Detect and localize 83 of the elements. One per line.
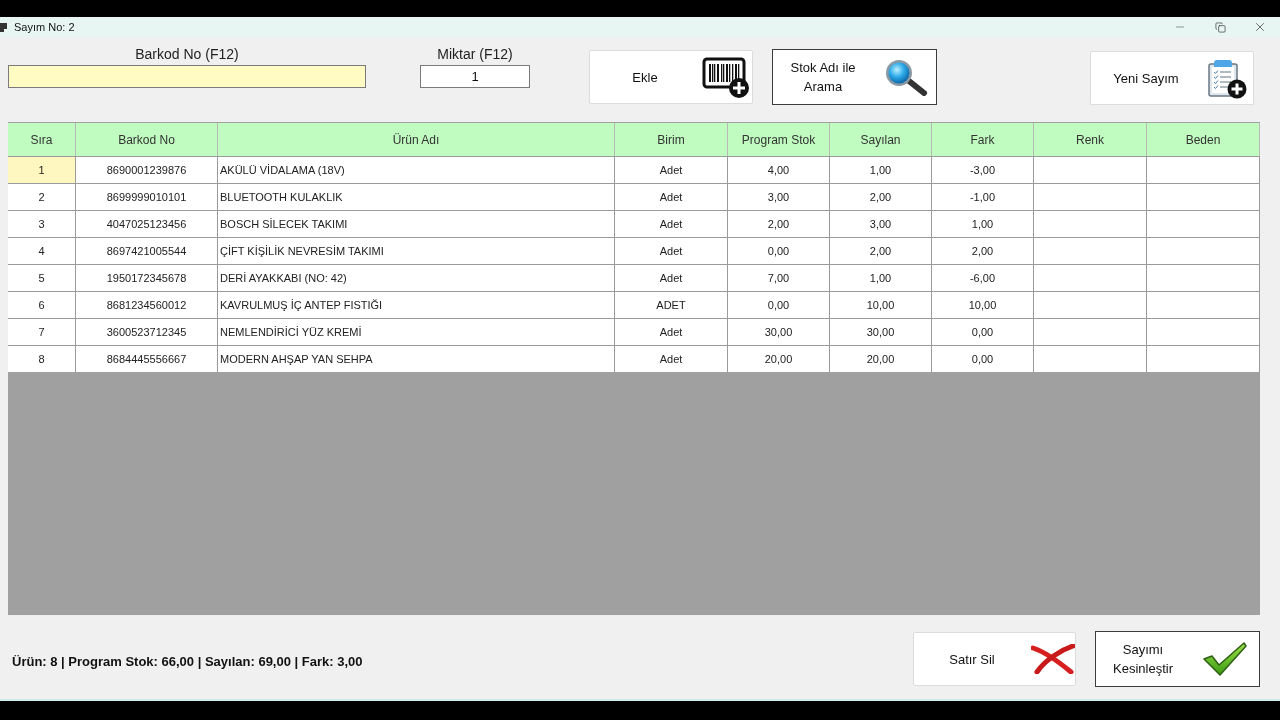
table-cell: 7 <box>8 318 76 345</box>
window-title: Sayım No: 2 <box>14 19 75 35</box>
table-cell: BOSCH SİLECEK TAKIMI <box>218 210 615 237</box>
table-cell: 8690001239876 <box>76 156 218 183</box>
confirm-count-button[interactable]: Sayımı Kesinleştir <box>1095 631 1260 687</box>
table-cell: 8697421005544 <box>76 237 218 264</box>
summary-text: Ürün: 8 | Program Stok: 66,00 | Sayılan: 69,00 | Fark: 3,00 <box>12 653 363 671</box>
column-header[interactable]: Program Stok <box>728 123 830 156</box>
search-button[interactable]: Stok Adı ile Arama <box>772 49 937 105</box>
table-cell: 1950172345678 <box>76 264 218 291</box>
table-cell: -6,00 <box>932 264 1034 291</box>
column-header[interactable]: Ürün Adı <box>218 123 615 156</box>
table-cell: 30,00 <box>728 318 830 345</box>
table-cell: 4 <box>8 237 76 264</box>
new-count-button[interactable]: Yeni Sayım <box>1090 51 1254 105</box>
table-cell: Adet <box>615 156 728 183</box>
table-cell: MODERN AHŞAP YAN SEHPA <box>218 345 615 372</box>
table-cell: 8681234560012 <box>76 291 218 318</box>
table-cell: Adet <box>615 345 728 372</box>
quantity-input[interactable]: 1 <box>420 65 530 88</box>
column-header[interactable]: Sıra <box>8 123 76 156</box>
close-icon <box>1253 20 1267 34</box>
table-cell: 4047025123456 <box>76 210 218 237</box>
cross-icon <box>1030 644 1075 674</box>
table-cell: 2 <box>8 183 76 210</box>
table-cell: 20,00 <box>830 345 932 372</box>
table-cell: 6 <box>8 291 76 318</box>
clipboard-add-icon <box>1206 57 1248 99</box>
table-cell: ADET <box>615 291 728 318</box>
barcode-input[interactable] <box>8 65 366 88</box>
table-cell: 20,00 <box>728 345 830 372</box>
table-cell: 10,00 <box>830 291 932 318</box>
table-cell: 1,00 <box>830 156 932 183</box>
table-cell: Adet <box>615 318 728 345</box>
column-header[interactable]: Sayılan <box>830 123 932 156</box>
table-cell: DERİ AYAKKABI (NO: 42) <box>218 264 615 291</box>
table-cell: 30,00 <box>830 318 932 345</box>
table-cell: BLUETOOTH KULAKLIK <box>218 183 615 210</box>
barcode-label: Barkod No (F12) <box>135 45 239 64</box>
table-cell: 1 <box>8 156 76 183</box>
column-header[interactable]: Renk <box>1034 123 1147 156</box>
table-cell: 3600523712345 <box>76 318 218 345</box>
table-cell: 3,00 <box>728 183 830 210</box>
table-cell: 2,00 <box>932 237 1034 264</box>
column-header[interactable]: Barkod No <box>76 123 218 156</box>
checkmark-icon <box>1201 641 1248 677</box>
column-header[interactable]: Birim <box>615 123 728 156</box>
table-cell: 2,00 <box>830 237 932 264</box>
quantity-label: Miktar (F12) <box>437 45 513 64</box>
table-cell: 1,00 <box>932 210 1034 237</box>
table-cell: KAVRULMUŞ İÇ ANTEP FISTIĞI <box>218 291 615 318</box>
table-cell: 0,00 <box>728 237 830 264</box>
table-cell: ÇİFT KİŞİLİK NEVRESİM TAKIMI <box>218 237 615 264</box>
table-cell: Adet <box>615 210 728 237</box>
app-icon <box>0 22 7 32</box>
table-cell: 4,00 <box>728 156 830 183</box>
table-cell: 0,00 <box>932 318 1034 345</box>
column-header[interactable]: Fark <box>932 123 1034 156</box>
add-button[interactable]: Ekle <box>589 50 753 104</box>
table-cell: Adet <box>615 237 728 264</box>
barcode-add-icon <box>702 56 750 98</box>
table-cell: Adet <box>615 183 728 210</box>
column-header[interactable]: Beden <box>1147 123 1260 156</box>
restore-icon <box>1214 21 1226 33</box>
table-cell: 8699999010101 <box>76 183 218 210</box>
table-cell: 2,00 <box>728 210 830 237</box>
table-cell: 3 <box>8 210 76 237</box>
delete-row-button[interactable]: Satır Sil <box>913 632 1076 686</box>
table-cell: 0,00 <box>728 291 830 318</box>
table-cell: NEMLENDİRİCİ YÜZ KREMİ <box>218 318 615 345</box>
table-cell: Adet <box>615 264 728 291</box>
table-cell: 0,00 <box>932 345 1034 372</box>
table-cell: 3,00 <box>830 210 932 237</box>
table-cell: 5 <box>8 264 76 291</box>
table-cell: 1,00 <box>830 264 932 291</box>
table-cell: 7,00 <box>728 264 830 291</box>
table-cell: -1,00 <box>932 183 1034 210</box>
table-cell: -3,00 <box>932 156 1034 183</box>
table-cell: 2,00 <box>830 183 932 210</box>
table-cell: 10,00 <box>932 291 1034 318</box>
table-cell: 8 <box>8 345 76 372</box>
table-cell: 8684445556667 <box>76 345 218 372</box>
table-cell: AKÜLÜ VİDALAMA (18V) <box>218 156 615 183</box>
